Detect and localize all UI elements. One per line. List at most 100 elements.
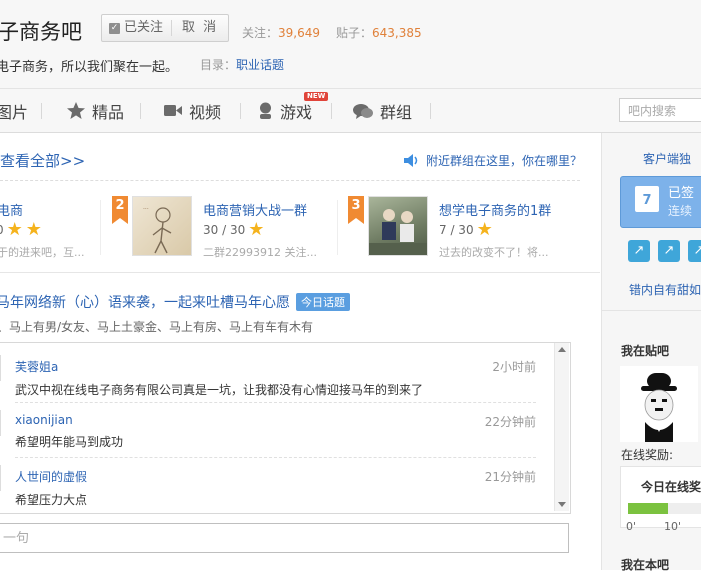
group-description: 于的进来吧，互... [0, 246, 85, 259]
topic-title[interactable]: 马年网络新（心）语来袭，一起来吐槽马年心愿 [0, 292, 290, 312]
avatar[interactable] [620, 366, 698, 442]
tab-video[interactable]: 视频 [164, 89, 221, 132]
feed-item: xiaonijian 22分钟前 希望明年能马到成功 [15, 413, 536, 450]
group-member-count: 30 / 30 ★ [203, 219, 265, 240]
video-icon [164, 105, 182, 116]
divider [0, 180, 580, 181]
progress-tick: 10' [664, 520, 682, 533]
divider [15, 402, 536, 403]
feed-text: 希望明年能马到成功 [15, 435, 124, 449]
catalog: 目录：职业话题 [200, 58, 285, 72]
online-reward-label: 在线奖励: [621, 448, 674, 462]
signin-streak: 连续 [668, 204, 693, 218]
feed-text: 武汉中视在线电子商务有限公司真是一坑，让我都没有心情迎接马年的到来了 [15, 383, 424, 397]
star-icon [67, 102, 85, 119]
people-photo-image [369, 209, 427, 255]
nearby-groups-label: 附近群组在这里，你在哪里？ [426, 154, 583, 168]
feed-username[interactable]: xiaonijian [15, 413, 73, 427]
feed-username[interactable]: 芙蓉姐a [15, 360, 58, 374]
speaker-icon [404, 154, 418, 167]
rank-badge: 3 [348, 196, 364, 224]
nav-divider [430, 103, 431, 119]
followers-count: 关注：39,649 [242, 26, 321, 40]
topic-subtitle: 、马上有男/女友、马上土豪金、马上有房、马上有车有木有 [0, 320, 314, 334]
new-badge: NEW [304, 92, 329, 101]
divider [601, 310, 701, 311]
chat-icon [353, 103, 373, 119]
calendar-icon: 7 [635, 186, 659, 212]
feed-marker [0, 410, 1, 436]
signin-label: 已签 [668, 186, 695, 201]
scroll-down-icon[interactable] [558, 502, 566, 507]
svg-text:···: ··· [143, 206, 149, 213]
today-topic-badge: 今日话题 [296, 293, 350, 311]
feed-scrollbar[interactable] [554, 343, 569, 511]
catalog-link[interactable]: 职业话题 [236, 58, 284, 72]
unfollow-button[interactable]: 取 消 [172, 20, 228, 36]
app-share-icon[interactable]: ↗ [628, 240, 650, 262]
feed-timestamp: 2小时前 [492, 360, 536, 374]
star-icon: ★ [6, 219, 23, 240]
tab-pictures[interactable]: 图片 [0, 89, 28, 132]
tab-groups[interactable]: 群组 [353, 89, 412, 132]
feed-username[interactable]: 人世间的虚假 [15, 470, 87, 484]
nav-label-pictures: 图片 [0, 102, 29, 122]
feed-item: 芙蓉姐a 2小时前 武汉中视在线电子商务有限公司真是一坑，让我都没有心情迎接马年… [15, 358, 536, 398]
app-share-icon[interactable]: ↗ [658, 240, 680, 262]
group-description: 过去的改变不了！将... [439, 246, 549, 259]
nav-divider [41, 103, 42, 119]
nav-divider [140, 103, 141, 119]
follow-group: ✓ 已关注 取 消 [101, 14, 230, 42]
divider [100, 200, 101, 255]
nearby-groups-link[interactable]: 附近群组在这里，你在哪里？ [404, 152, 582, 169]
forum-title[interactable]: 子商务吧 [0, 16, 82, 46]
view-all-groups-link[interactable]: 查看全部>> [0, 150, 85, 171]
feed-item: 人世间的虚假 21分钟前 希望压力大点 [15, 468, 536, 508]
nav-label-games: 游戏 [280, 102, 313, 122]
scroll-up-icon[interactable] [558, 347, 566, 352]
nav-divider [240, 103, 241, 119]
followed-label: 已关注 [124, 20, 164, 35]
sketch-figure-image: ··· [143, 206, 172, 254]
forum-description: 电子商务，所以我们聚在一起。 [0, 60, 179, 75]
posts-value: 643,385 [372, 26, 422, 40]
group-thumbnail[interactable] [368, 196, 428, 256]
feed-timestamp: 21分钟前 [484, 470, 536, 484]
client-download-link[interactable]: 客户端独 [643, 150, 691, 167]
check-icon: ✓ [109, 22, 120, 34]
my-bar-heading: 我在本吧 [621, 558, 670, 572]
comment-feed[interactable]: 芙蓉姐a 2小时前 武汉中视在线电子商务有限公司真是一坑，让我都没有心情迎接马年… [0, 342, 571, 514]
divider [15, 457, 536, 458]
feed-timestamp: 22分钟前 [484, 415, 536, 429]
group-thumbnail[interactable]: ··· [132, 196, 192, 256]
tab-featured[interactable]: 精品 [67, 89, 124, 132]
feed-marker [0, 465, 1, 491]
online-progress-fill [628, 503, 668, 514]
followed-button[interactable]: ✓ 已关注 [102, 20, 173, 36]
star-icon: ★ [25, 219, 42, 240]
comment-input[interactable]: 一句 [0, 523, 569, 553]
search-input[interactable]: 吧内搜索 [619, 98, 701, 122]
group-description: 二群22993912 关注... [203, 246, 317, 259]
online-reward-box [620, 466, 701, 528]
group-member-count: 0★★ [0, 219, 42, 240]
nav-label-featured: 精品 [92, 102, 125, 122]
group-name[interactable]: 电商 [0, 200, 23, 219]
divider [337, 200, 338, 255]
feed-text: 希望压力大点 [15, 493, 88, 507]
feed-marker [0, 355, 1, 381]
avatar-image [641, 373, 677, 442]
forum-nav: 图片 精品 视频 游戏 群组 [0, 89, 701, 133]
progress-tick: 0' [626, 520, 637, 533]
group-name[interactable]: 想学电子商务的1群 [439, 200, 551, 219]
group-member-count: 7 / 30 ★ [439, 219, 493, 240]
app-share-icon[interactable]: ↗ [688, 240, 701, 262]
divider [0, 272, 600, 273]
posts-count: 贴子：643,385 [336, 26, 422, 40]
sidebar-tip-link[interactable]: 错内自有甜如 [629, 281, 701, 298]
online-reward-title: 今日在线奖 [641, 480, 701, 494]
group-name[interactable]: 电商营销大战一群 [203, 200, 307, 219]
star-icon: ★ [476, 219, 493, 240]
nav-divider [331, 103, 332, 119]
star-icon: ★ [248, 219, 265, 240]
